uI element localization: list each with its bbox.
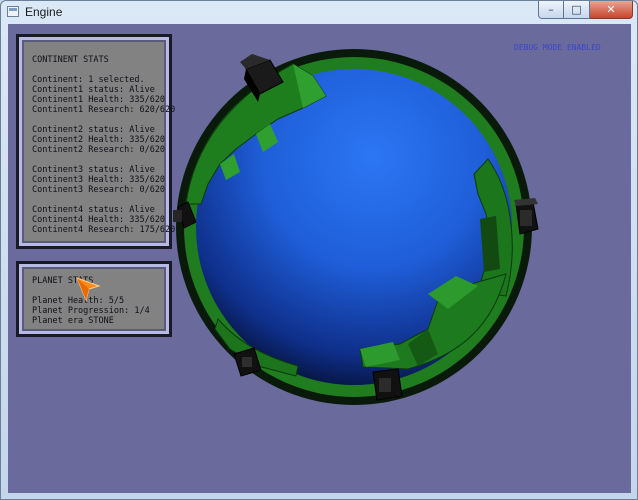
continent-2-group: Continent2 status: Alive Continent2 Heal… [32, 125, 169, 155]
tower-bottom[interactable] [372, 368, 403, 401]
continent-2-health: Continent2 Health: 335/620 [32, 135, 166, 145]
continent-1-status: Continent1 status: Alive [32, 85, 155, 95]
debug-mode-label: DEBUG MODE ENABLED [514, 43, 601, 52]
continent-1-research: Continent1 Research: 620/620 [32, 105, 176, 115]
orange-arrow-cursor-icon [76, 277, 101, 302]
continent-selection-group: Continent: 1 selected. Continent1 status… [32, 75, 176, 115]
game-viewport[interactable]: CONTINENT STATS Continent: 1 selected. C… [8, 24, 631, 493]
continent-3-group: Continent3 status: Alive Continent3 Heal… [32, 165, 169, 195]
title-bar[interactable]: Engine – □ ✕ [1, 1, 637, 24]
window-controls: – □ ✕ [538, 1, 633, 20]
planet-era: Planet era STONE [32, 316, 114, 326]
continent-4-health: Continent4 Health: 335/620 [32, 215, 166, 225]
continent-3-health: Continent3 Health: 335/620 [32, 175, 166, 185]
minimize-button[interactable]: – [538, 1, 564, 19]
app-window-icon [7, 6, 19, 17]
planet-progression: Planet Progression: 1/4 [32, 306, 150, 316]
continent-stats-title: CONTINENT STATS [32, 55, 109, 65]
continent-selected-line: Continent: 1 selected. [32, 75, 145, 85]
continent-stats-panel: CONTINENT STATS Continent: 1 selected. C… [16, 34, 176, 249]
window-title: Engine [25, 5, 63, 19]
continent-4-group: Continent4 status: Alive Continent4 Heal… [32, 205, 176, 235]
continent-3-status: Continent3 status: Alive [32, 165, 155, 175]
engine-window: Engine – □ ✕ CONTINENT STATS Continent: … [0, 0, 638, 500]
maximize-button[interactable]: □ [564, 1, 590, 19]
continent-2-status: Continent2 status: Alive [32, 125, 155, 135]
continent-2-research: Continent2 Research: 0/620 [32, 145, 166, 155]
continent-3-research: Continent3 Research: 0/620 [32, 185, 166, 195]
continent-1-health: Continent1 Health: 335/620 [32, 95, 166, 105]
continent-4-research: Continent4 Research: 175/620 [32, 225, 176, 235]
continent-4-status: Continent4 status: Alive [32, 205, 155, 215]
close-button[interactable]: ✕ [590, 1, 633, 19]
